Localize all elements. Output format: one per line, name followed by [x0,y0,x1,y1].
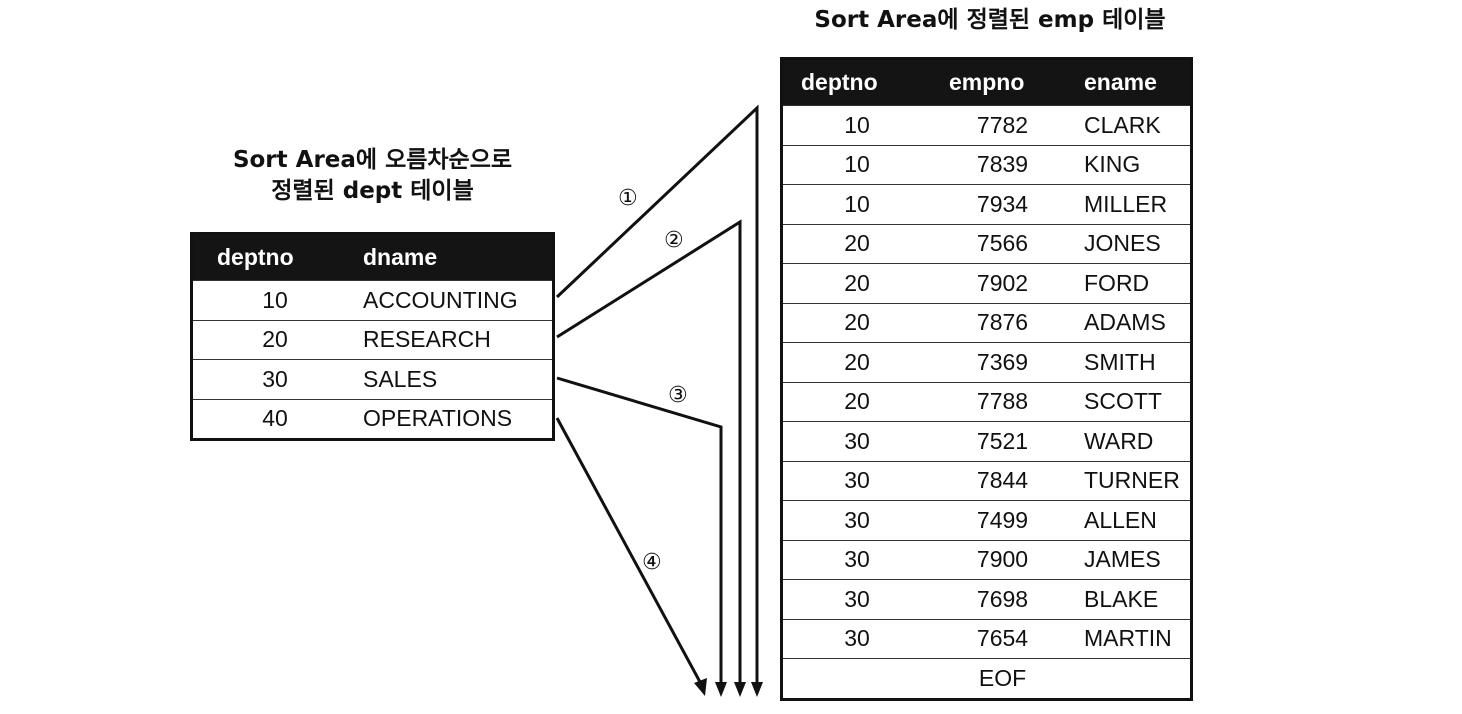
arrow-3-path [556,376,723,682]
step-marker-3: ③ [668,383,688,408]
step-marker-2: ② [664,228,684,253]
arrow-2-path [556,219,742,682]
arrow-1-path [555,104,759,682]
arrow-4-head [694,678,707,696]
arrow-1-head [751,682,763,697]
step-marker-4: ④ [642,550,662,575]
scan-arrows: ① ② ③ ④ [555,104,763,697]
arrow-4-path [555,417,702,683]
arrow-2-head [734,682,746,697]
arrow-3-head [715,682,727,697]
step-marker-1: ① [618,186,638,211]
